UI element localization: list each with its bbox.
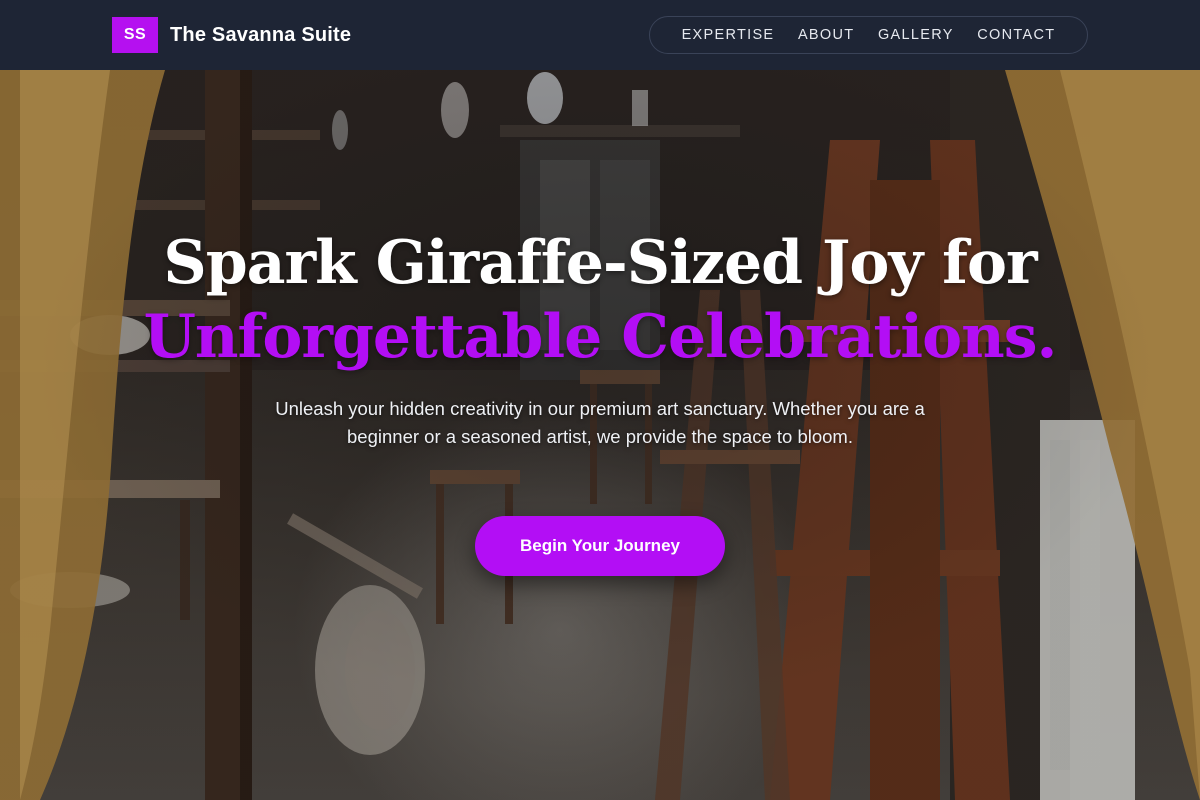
nav-link-about[interactable]: ABOUT — [798, 27, 854, 43]
nav-link-contact[interactable]: CONTACT — [977, 27, 1055, 43]
brand-logo-link[interactable]: SS The Savanna Suite — [112, 17, 351, 53]
hero-section: Spark Giraffe-Sized Joy for Unforgettabl… — [0, 70, 1200, 800]
nav-link-expertise[interactable]: EXPERTISE — [682, 27, 775, 43]
hero-headline-line1: Spark Giraffe-Sized Joy for — [163, 228, 1037, 298]
brand-name: The Savanna Suite — [170, 23, 352, 46]
brand-badge: SS — [112, 17, 158, 53]
hero-subtext: Unleash your hidden creativity in our pr… — [275, 398, 925, 447]
nav-link-gallery[interactable]: GALLERY — [878, 27, 954, 43]
site-header: SS The Savanna Suite EXPERTISE ABOUT GAL… — [0, 0, 1200, 70]
main-nav: EXPERTISE ABOUT GALLERY CONTACT — [649, 16, 1088, 54]
hero-headline: Spark Giraffe-Sized Joy for Unforgettabl… — [0, 226, 1200, 374]
begin-journey-button[interactable]: Begin Your Journey — [475, 516, 725, 576]
hero-headline-line2: Unforgettable Celebrations. — [143, 302, 1058, 372]
